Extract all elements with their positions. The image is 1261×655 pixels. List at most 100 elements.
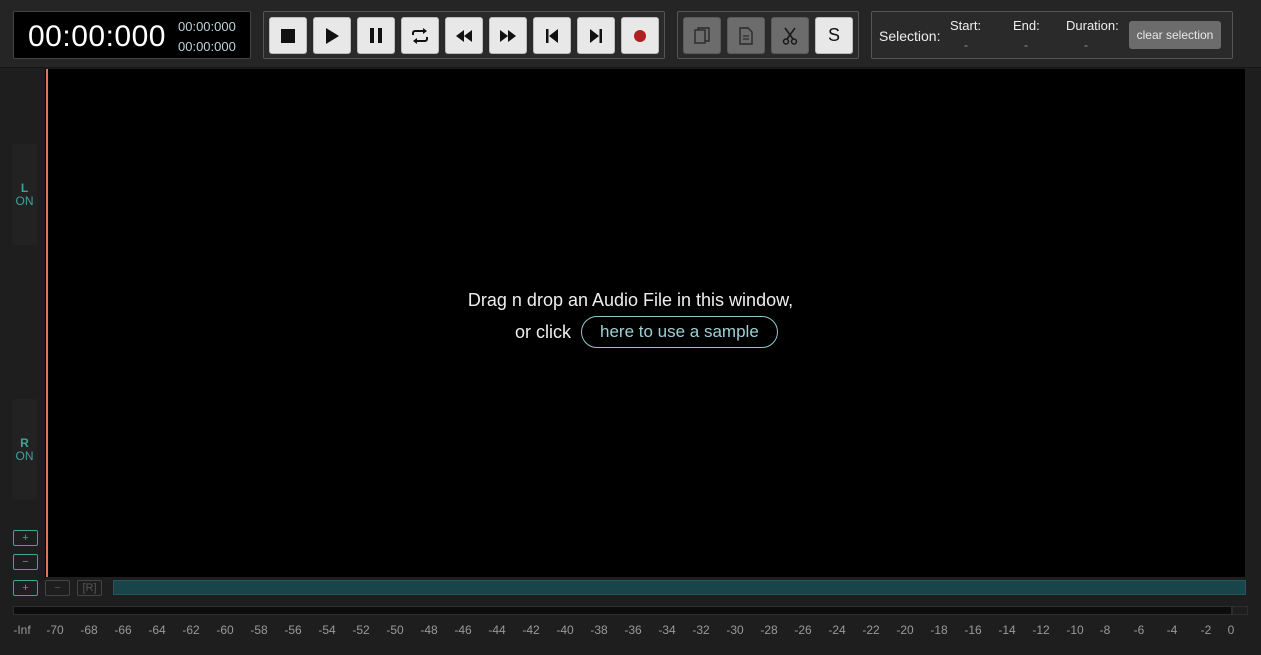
edit-controls: S bbox=[677, 11, 859, 59]
meter-scale-tick: -60 bbox=[216, 623, 234, 637]
drop-or-click-text: or click bbox=[515, 321, 572, 342]
toolbar: 00:00:000 00:00:000 00:00:000 S Selectio… bbox=[0, 0, 1261, 68]
meter-scale: -Inf -70 -68 -66 -64 -62 -60 -58 -56 -54 -52 -50 -48… bbox=[0, 623, 1261, 639]
meter-scale-tick: -34 bbox=[658, 623, 676, 637]
left-channel-state: ON bbox=[15, 193, 34, 208]
level-meter bbox=[13, 606, 1232, 615]
meter-scale-tick: -32 bbox=[692, 623, 710, 637]
loop-icon bbox=[412, 27, 428, 44]
meter-scale-tick: -46 bbox=[454, 623, 472, 637]
meter-scale-tick: -62 bbox=[182, 623, 200, 637]
use-sample-button[interactable]: here to use a sample bbox=[581, 316, 778, 348]
meter-scale-tick: -66 bbox=[114, 623, 132, 637]
audio-editor-app: 00:00:000 00:00:000 00:00:000 S Selectio… bbox=[0, 0, 1261, 655]
meter-scale-tick: -50 bbox=[386, 623, 404, 637]
play-button[interactable] bbox=[313, 17, 351, 54]
pause-button[interactable] bbox=[357, 17, 395, 54]
record-icon bbox=[634, 29, 646, 42]
skip-start-icon bbox=[546, 28, 558, 43]
meter-scale-tick: 0 bbox=[1227, 623, 1235, 637]
time-display: 00:00:000 00:00:000 00:00:000 bbox=[13, 11, 251, 59]
right-channel-letter: R bbox=[20, 435, 29, 450]
selection-start-label: Start: bbox=[950, 18, 982, 33]
meter-scale-tick: -6 bbox=[1133, 623, 1145, 637]
overview-zoom-out-button[interactable]: − bbox=[45, 580, 70, 596]
meter-scale-tick: -4 bbox=[1166, 623, 1178, 637]
selection-duration-value: - bbox=[1084, 38, 1088, 52]
record-button[interactable] bbox=[621, 17, 659, 54]
play-icon bbox=[326, 27, 339, 44]
stop-button[interactable] bbox=[269, 17, 307, 54]
rewind-icon bbox=[456, 29, 472, 42]
right-channel-toggle[interactable]: R ON bbox=[12, 399, 37, 500]
copy-button[interactable] bbox=[683, 17, 721, 54]
vertical-zoom-in-icon: + bbox=[22, 532, 29, 544]
selection-panel: Selection: Start: - End: - Duration: - c… bbox=[871, 11, 1233, 59]
meter-scale-tick: -26 bbox=[794, 623, 812, 637]
meter-scale-tick: -48 bbox=[420, 623, 438, 637]
skip-end-icon bbox=[590, 28, 602, 43]
document-icon bbox=[739, 26, 753, 45]
vertical-zoom-out-button[interactable]: − bbox=[13, 554, 38, 570]
fast-forward-icon bbox=[500, 29, 516, 42]
meter-scale-tick: -22 bbox=[862, 623, 880, 637]
overview-reset-button[interactable]: [R] bbox=[77, 580, 102, 596]
selection-title: Selection: bbox=[879, 28, 941, 44]
meter-scale-tick: -70 bbox=[46, 623, 64, 637]
meter-scale-tick: -40 bbox=[556, 623, 574, 637]
left-channel-letter: L bbox=[20, 180, 29, 195]
overview-plus-icon: + bbox=[22, 582, 29, 594]
meter-scale-tick: -56 bbox=[284, 623, 302, 637]
paste-button[interactable] bbox=[727, 17, 765, 54]
time-secondary-top: 00:00:000 bbox=[178, 19, 236, 34]
cut-button[interactable] bbox=[771, 17, 809, 54]
s-button-label: S bbox=[827, 25, 840, 45]
meter-scale-tick: -44 bbox=[488, 623, 506, 637]
skip-to-end-button[interactable] bbox=[577, 17, 615, 54]
meter-scale-tick: -12 bbox=[1032, 623, 1050, 637]
meter-scale-tick: -36 bbox=[624, 623, 642, 637]
meter-scale-tick: -28 bbox=[760, 623, 778, 637]
clear-selection-button[interactable]: clear selection bbox=[1129, 21, 1221, 49]
meter-scale-tick: -52 bbox=[352, 623, 370, 637]
meter-scale-tick: -10 bbox=[1066, 623, 1084, 637]
fast-forward-button[interactable] bbox=[489, 17, 527, 54]
meter-scale-tick: -Inf bbox=[13, 623, 31, 637]
overview-scrollbar[interactable] bbox=[113, 580, 1246, 595]
selection-end-label: End: bbox=[1013, 18, 1040, 33]
vertical-zoom-out-icon: − bbox=[22, 556, 29, 568]
loop-button[interactable] bbox=[401, 17, 439, 54]
overview-minus-icon: − bbox=[54, 582, 61, 594]
meter-scale-tick: -30 bbox=[726, 623, 744, 637]
transport-controls bbox=[263, 11, 665, 59]
selection-duration-label: Duration: bbox=[1066, 18, 1119, 33]
selection-start-value: - bbox=[964, 38, 968, 52]
s-button[interactable]: S bbox=[815, 17, 853, 54]
current-time: 00:00:000 bbox=[28, 20, 166, 53]
meter-scale-tick: -38 bbox=[590, 623, 608, 637]
meter-scale-tick: -8 bbox=[1099, 623, 1111, 637]
right-channel-state: ON bbox=[15, 448, 34, 463]
meter-scale-tick: -2 bbox=[1200, 623, 1212, 637]
meter-scale-tick: -16 bbox=[964, 623, 982, 637]
overview-reset-label: [R] bbox=[82, 582, 97, 594]
meter-scale-tick: -24 bbox=[828, 623, 846, 637]
stop-icon bbox=[281, 28, 295, 43]
meter-scale-tick: -42 bbox=[522, 623, 540, 637]
rewind-button[interactable] bbox=[445, 17, 483, 54]
copy-icon bbox=[694, 26, 710, 44]
level-meter-clip bbox=[1232, 606, 1248, 615]
meter-scale-tick: -64 bbox=[148, 623, 166, 637]
vertical-zoom-in-button[interactable]: + bbox=[13, 530, 38, 546]
playhead-cursor[interactable] bbox=[46, 69, 48, 577]
meter-scale-tick: -54 bbox=[318, 623, 336, 637]
pause-icon bbox=[370, 28, 382, 43]
meter-scale-tick: -58 bbox=[250, 623, 268, 637]
meter-scale-tick: -68 bbox=[80, 623, 98, 637]
selection-end-value: - bbox=[1024, 38, 1028, 52]
drop-message-line2: or click here to use a sample bbox=[515, 316, 778, 348]
overview-zoom-in-button[interactable]: + bbox=[13, 580, 38, 596]
skip-to-start-button[interactable] bbox=[533, 17, 571, 54]
left-channel-toggle[interactable]: L ON bbox=[12, 144, 37, 245]
meter-scale-tick: -18 bbox=[930, 623, 948, 637]
